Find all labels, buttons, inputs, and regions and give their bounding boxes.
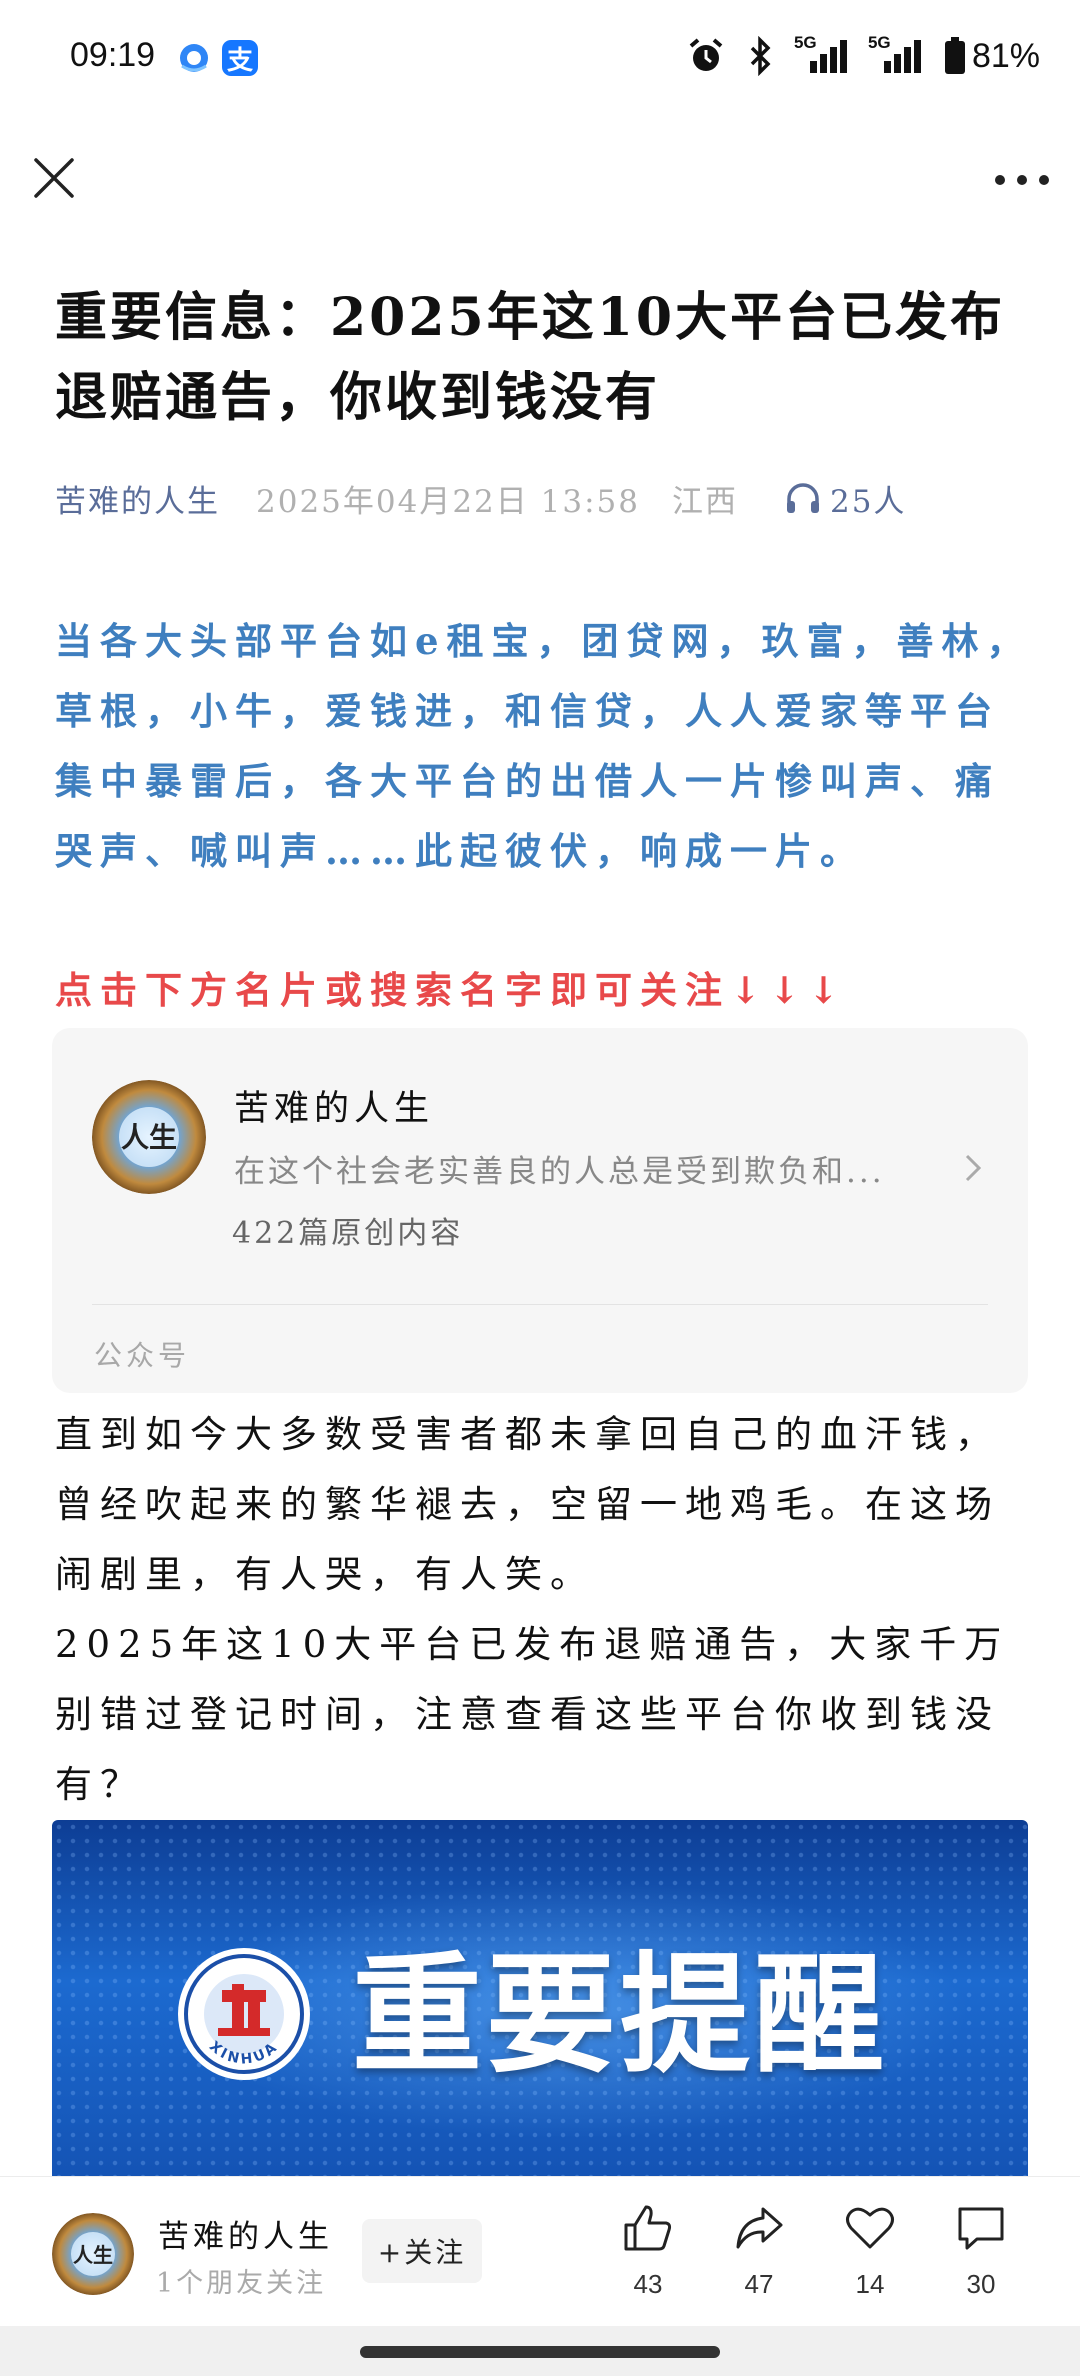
battery-icon xyxy=(944,37,965,74)
more-icon xyxy=(995,175,1049,185)
nav-bar xyxy=(0,140,1080,220)
body-paragraph-2: 2025年这10大平台已发布退赔通告，大家千万别错过登记时间，注意查看这些平台你… xyxy=(55,1623,1010,1806)
status-bar: 09:19 支 5G 5G 81% xyxy=(0,0,1080,120)
author-avatar-glyph: 人生 xyxy=(73,2243,113,2267)
headphones-icon xyxy=(786,483,819,513)
network-label-2: 5G xyxy=(867,33,891,52)
xinhua-logo-icon: XINHUA xyxy=(178,1948,310,2080)
share-arrow-icon xyxy=(736,2207,783,2249)
intro-paragraph: 当各大头部平台如e租宝，团贷网，玖富，善林，草根，小牛，爱钱进，和信贷，人人爱家… xyxy=(55,619,1032,873)
bottom-action-bar: 人生 苦难的人生 1个朋友关注 +关注 43 47 14 30 xyxy=(0,2176,1080,2326)
close-icon xyxy=(34,158,74,198)
follow-button[interactable]: +关注 xyxy=(362,2219,482,2283)
share-count: 47 xyxy=(744,2269,774,2299)
like-button[interactable]: 43 xyxy=(603,2203,693,2300)
card-divider xyxy=(92,1304,988,1305)
card-description: 在这个社会老实善良的人总是受到欺负和... xyxy=(234,1154,885,1190)
status-time: 09:19 xyxy=(70,36,156,74)
card-account-name: 苦难的人生 xyxy=(234,1089,435,1129)
listen-button[interactable]: 25人 xyxy=(784,476,906,521)
favorite-count: 14 xyxy=(855,2269,885,2299)
home-indicator[interactable] xyxy=(360,2346,720,2358)
favorite-button[interactable]: 14 xyxy=(825,2203,915,2300)
publish-date: 2025年04月22日 13:58 xyxy=(256,483,640,520)
article-title: 重要信息：2025年这10大平台已发布退赔通告，你收到钱没有 xyxy=(55,287,1006,428)
author-avatar[interactable]: 人生 xyxy=(52,2213,134,2295)
article-meta: 苦难的人生 2025年04月22日 13:58 江西 25人 xyxy=(55,470,906,526)
bluetooth-icon xyxy=(750,36,771,76)
like-count: 43 xyxy=(633,2269,663,2299)
comment-button[interactable]: 30 xyxy=(936,2203,1026,2300)
body-paragraph: 直到如今大多数受害者都未拿回自己的血汗钱，曾经吹起来的繁华褪去，空留一地鸡毛。在… xyxy=(55,1413,1000,1596)
battery-percent: 81% xyxy=(971,36,1040,75)
author-link[interactable]: 苦难的人生 xyxy=(55,476,220,521)
card-article-count: 422篇原创内容 xyxy=(232,1216,464,1251)
card-avatar: 人生 xyxy=(92,1080,206,1194)
banner-headline: 重要提醒 xyxy=(352,1939,889,2091)
follow-prompt: 点击下方名片或搜索名字即可关注↓↓↓ xyxy=(55,968,848,1012)
card-type-label: 公众号 xyxy=(94,1339,191,1372)
status-icons: 5G 5G 81% xyxy=(686,33,1040,78)
heart-icon xyxy=(846,2207,894,2249)
comment-icon xyxy=(958,2207,1004,2250)
signal-icon-2: 5G xyxy=(868,33,922,75)
thumbs-up-icon xyxy=(624,2205,672,2251)
article-banner-image[interactable]: XINHUA 重要提醒 xyxy=(52,1820,1028,2180)
share-button[interactable]: 47 xyxy=(714,2203,804,2300)
card-avatar-glyph: 人生 xyxy=(120,1121,177,1154)
browser-icon xyxy=(176,40,212,76)
friends-following: 1个朋友关注 xyxy=(156,2268,327,2299)
system-navigation-area xyxy=(0,2326,1080,2376)
author-name[interactable]: 苦难的人生 xyxy=(158,2211,333,2256)
profile-card[interactable]: 人生 苦难的人生 在这个社会老实善良的人总是受到欺负和... 422篇原创内容 … xyxy=(52,1028,1028,1393)
alipay-glyph: 支 xyxy=(226,45,253,76)
listener-count: 25人 xyxy=(829,483,907,520)
publish-location: 江西 xyxy=(671,483,738,520)
network-label-1: 5G xyxy=(793,33,817,52)
chevron-right-icon xyxy=(965,1154,982,1182)
body-text: 直到如今大多数受害者都未拿回自己的血汗钱，曾经吹起来的繁华褪去，空留一地鸡毛。在… xyxy=(55,1400,1035,1820)
comment-count: 30 xyxy=(966,2269,996,2299)
alarm-icon xyxy=(689,38,723,71)
more-button[interactable] xyxy=(992,160,1052,200)
alipay-icon: 支 xyxy=(222,40,258,76)
close-button[interactable] xyxy=(28,152,80,204)
signal-icon-1: 5G xyxy=(794,33,848,75)
